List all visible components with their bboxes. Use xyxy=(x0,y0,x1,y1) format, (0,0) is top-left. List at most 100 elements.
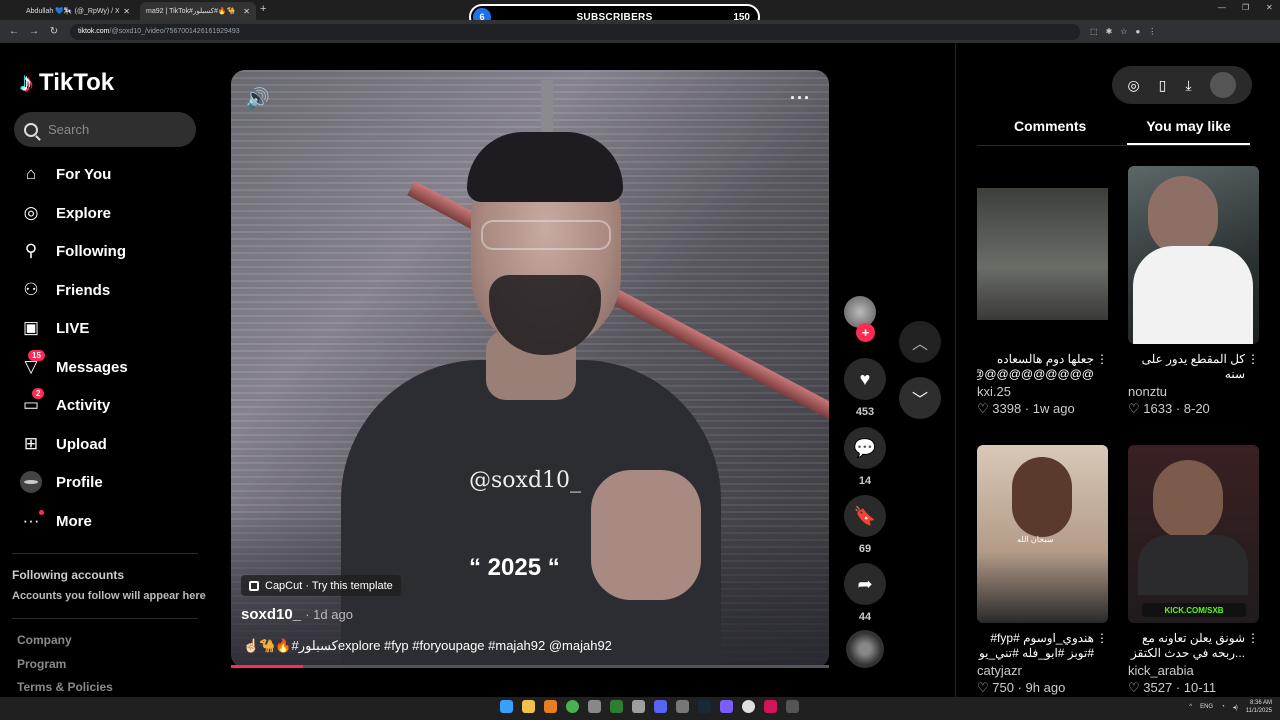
app-icon[interactable] xyxy=(632,700,645,713)
thumbnail-kick-bar: KICK.COM/SXB xyxy=(1142,603,1246,617)
heart-icon[interactable]: ♥ xyxy=(844,358,886,400)
sidebar-item-label: Friends xyxy=(56,281,111,299)
music-disc[interactable] xyxy=(846,630,884,668)
video-thumbnail[interactable] xyxy=(1128,166,1259,344)
browser-tab-tiktok[interactable]: ma92 | TikTok#كسبلور#🔥🐪 ✕ xyxy=(140,2,256,20)
compass-icon[interactable]: ◎ xyxy=(1127,77,1139,94)
download-icon[interactable]: ⤓ xyxy=(1185,77,1191,94)
card-username[interactable]: kxi.25 xyxy=(977,384,1108,399)
sidebar-item-label: Activity xyxy=(56,396,111,414)
app-icon[interactable] xyxy=(588,700,601,713)
browser-tab-x[interactable]: Abdullah 💙🎠 (@_RpWy) / X ✕ xyxy=(20,2,136,20)
share-icon[interactable]: ➦ xyxy=(844,563,886,605)
sidebar-item-friends[interactable]: ⚇ Friends xyxy=(20,275,200,305)
card-more-icon[interactable]: ⋮ xyxy=(1247,631,1259,646)
follow-plus-icon[interactable]: + xyxy=(856,323,875,342)
star-icon[interactable]: ☆ xyxy=(1120,27,1127,36)
suggested-video-card[interactable]: جعلها دوم هالسعاده @@@@@@@@@@@@@@@@... ⋮… xyxy=(977,166,1108,417)
video-author[interactable]: soxd10_ · 1d ago xyxy=(241,606,353,623)
tiktok-logo[interactable]: ♪ TikTok xyxy=(20,67,114,98)
video-thumbnail[interactable]: KICK.COM/SXB xyxy=(1128,445,1259,623)
chevron-up-icon[interactable]: ^ xyxy=(1189,704,1192,710)
video-more-icon[interactable]: ··· xyxy=(790,88,811,109)
wifi-icon[interactable]: ◔ xyxy=(1221,704,1225,710)
video-caption[interactable]: ☝🏻🐪🔥#كسبلورexplore #fyp #foryoupage #maj… xyxy=(243,638,612,654)
search-input[interactable] xyxy=(48,122,178,137)
minimize-icon[interactable]: — xyxy=(1218,3,1226,12)
app-icon[interactable] xyxy=(786,700,799,713)
language-indicator[interactable]: ENG xyxy=(1200,704,1213,710)
reload-icon[interactable]: ↻ xyxy=(48,26,60,37)
following-icon: ⚲ xyxy=(24,241,38,260)
video-progress-bar[interactable] xyxy=(231,665,829,668)
app-icon[interactable] xyxy=(720,700,733,713)
comment-icon[interactable]: 💬 xyxy=(844,427,886,469)
forward-icon[interactable]: → xyxy=(28,26,40,37)
extension-icon[interactable]: ⬚ xyxy=(1090,27,1098,36)
bookmark-icon[interactable]: 🔖 xyxy=(844,495,886,537)
card-more-icon[interactable]: ⋮ xyxy=(1247,352,1259,367)
card-username[interactable]: catyjazr xyxy=(977,663,1108,678)
sidebar-item-more[interactable]: ··· More xyxy=(20,506,200,536)
thumbnail-image xyxy=(1012,457,1072,537)
sidebar-item-activity[interactable]: ▭ 2 Activity xyxy=(20,388,200,420)
card-username[interactable]: nonztu xyxy=(1128,384,1259,399)
footer-link-company[interactable]: Company xyxy=(17,633,72,647)
app-icon[interactable] xyxy=(610,700,623,713)
app-icon[interactable] xyxy=(742,700,755,713)
sidebar-item-live[interactable]: ▣ LIVE xyxy=(20,313,200,343)
capcut-template-link[interactable]: CapCut · Try this template xyxy=(241,575,401,596)
phone-icon[interactable]: ▯ xyxy=(1159,77,1167,94)
save-action[interactable]: 🔖 69 xyxy=(844,495,886,555)
sidebar-item-profile[interactable]: Profile xyxy=(20,467,200,497)
card-more-icon[interactable]: ⋮ xyxy=(1096,631,1108,646)
file-explorer-icon[interactable] xyxy=(522,700,535,713)
previous-video-button[interactable]: ︿ xyxy=(899,321,941,363)
close-icon[interactable]: ✕ xyxy=(243,7,250,16)
volume-icon[interactable]: 🔊 xyxy=(245,86,270,111)
card-more-icon[interactable]: ⋮ xyxy=(1096,352,1108,367)
search-box[interactable] xyxy=(14,112,196,147)
discord-icon[interactable] xyxy=(654,700,667,713)
app-icon[interactable] xyxy=(544,700,557,713)
sidebar-item-label: Upload xyxy=(56,435,107,453)
maximize-icon[interactable]: ❐ xyxy=(1242,3,1249,12)
tab-title: Abdullah 💙🎠 (@_RpWy) / X xyxy=(26,8,120,15)
steam-icon[interactable] xyxy=(698,700,711,713)
sidebar-item-for-you[interactable]: ⌂ For You xyxy=(20,159,200,189)
close-icon[interactable]: ✕ xyxy=(123,7,130,16)
footer-link-program[interactable]: Program xyxy=(17,657,66,671)
app-icon[interactable] xyxy=(676,700,689,713)
like-action[interactable]: ♥ 453 xyxy=(844,358,886,418)
suggested-video-card[interactable]: KICK.COM/SXB شونق يعلن تعاونه مع ...ربحه… xyxy=(1128,445,1259,696)
menu-icon[interactable]: ⋮ xyxy=(1148,27,1156,36)
suggested-video-card[interactable]: كل المقطع يدور على سنه 😳 #theultimate...… xyxy=(1128,166,1259,417)
app-icon[interactable] xyxy=(764,700,777,713)
video-thumbnail[interactable] xyxy=(977,166,1108,344)
sidebar-item-upload[interactable]: ⊞ Upload xyxy=(20,429,200,459)
clock[interactable]: 8:36 AM 11/1/2025 xyxy=(1246,699,1272,715)
profile-icon[interactable]: ● xyxy=(1135,27,1140,36)
puzzle-icon[interactable]: ✱ xyxy=(1106,27,1113,36)
start-icon[interactable] xyxy=(500,700,513,713)
chrome-icon[interactable] xyxy=(566,700,579,713)
new-tab-icon[interactable]: + xyxy=(260,3,266,15)
card-username[interactable]: kick_arabia xyxy=(1128,663,1259,678)
url-field[interactable]: tiktok.com/@soxd10_/video/75670014261619… xyxy=(70,23,1080,40)
comment-action[interactable]: 💬 14 xyxy=(844,427,886,487)
footer-link-terms[interactable]: Terms & Policies xyxy=(17,680,113,694)
avatar[interactable] xyxy=(1210,72,1237,98)
sidebar-item-messages[interactable]: ▽ 15 Messages xyxy=(20,350,200,382)
back-icon[interactable]: ← xyxy=(8,26,20,37)
sidebar-item-following[interactable]: ⚲ Following xyxy=(20,236,200,266)
next-video-button[interactable]: ﹀ xyxy=(899,377,941,419)
tab-you-may-like[interactable]: You may like xyxy=(1127,118,1250,145)
card-likes: 3398 xyxy=(992,401,1022,416)
window-close-icon[interactable]: ✕ xyxy=(1266,3,1273,12)
share-action[interactable]: ➦ 44 xyxy=(844,563,886,623)
suggested-video-card[interactable]: سبحان الله هندوي_اوسوم #fyp# #توبز #ابو_… xyxy=(977,445,1108,696)
tab-comments[interactable]: Comments xyxy=(1014,118,1086,134)
sidebar-item-explore[interactable]: ◎ Explore xyxy=(20,198,200,228)
volume-icon[interactable]: ◂) xyxy=(1233,704,1238,711)
video-thumbnail[interactable]: سبحان الله xyxy=(977,445,1108,623)
